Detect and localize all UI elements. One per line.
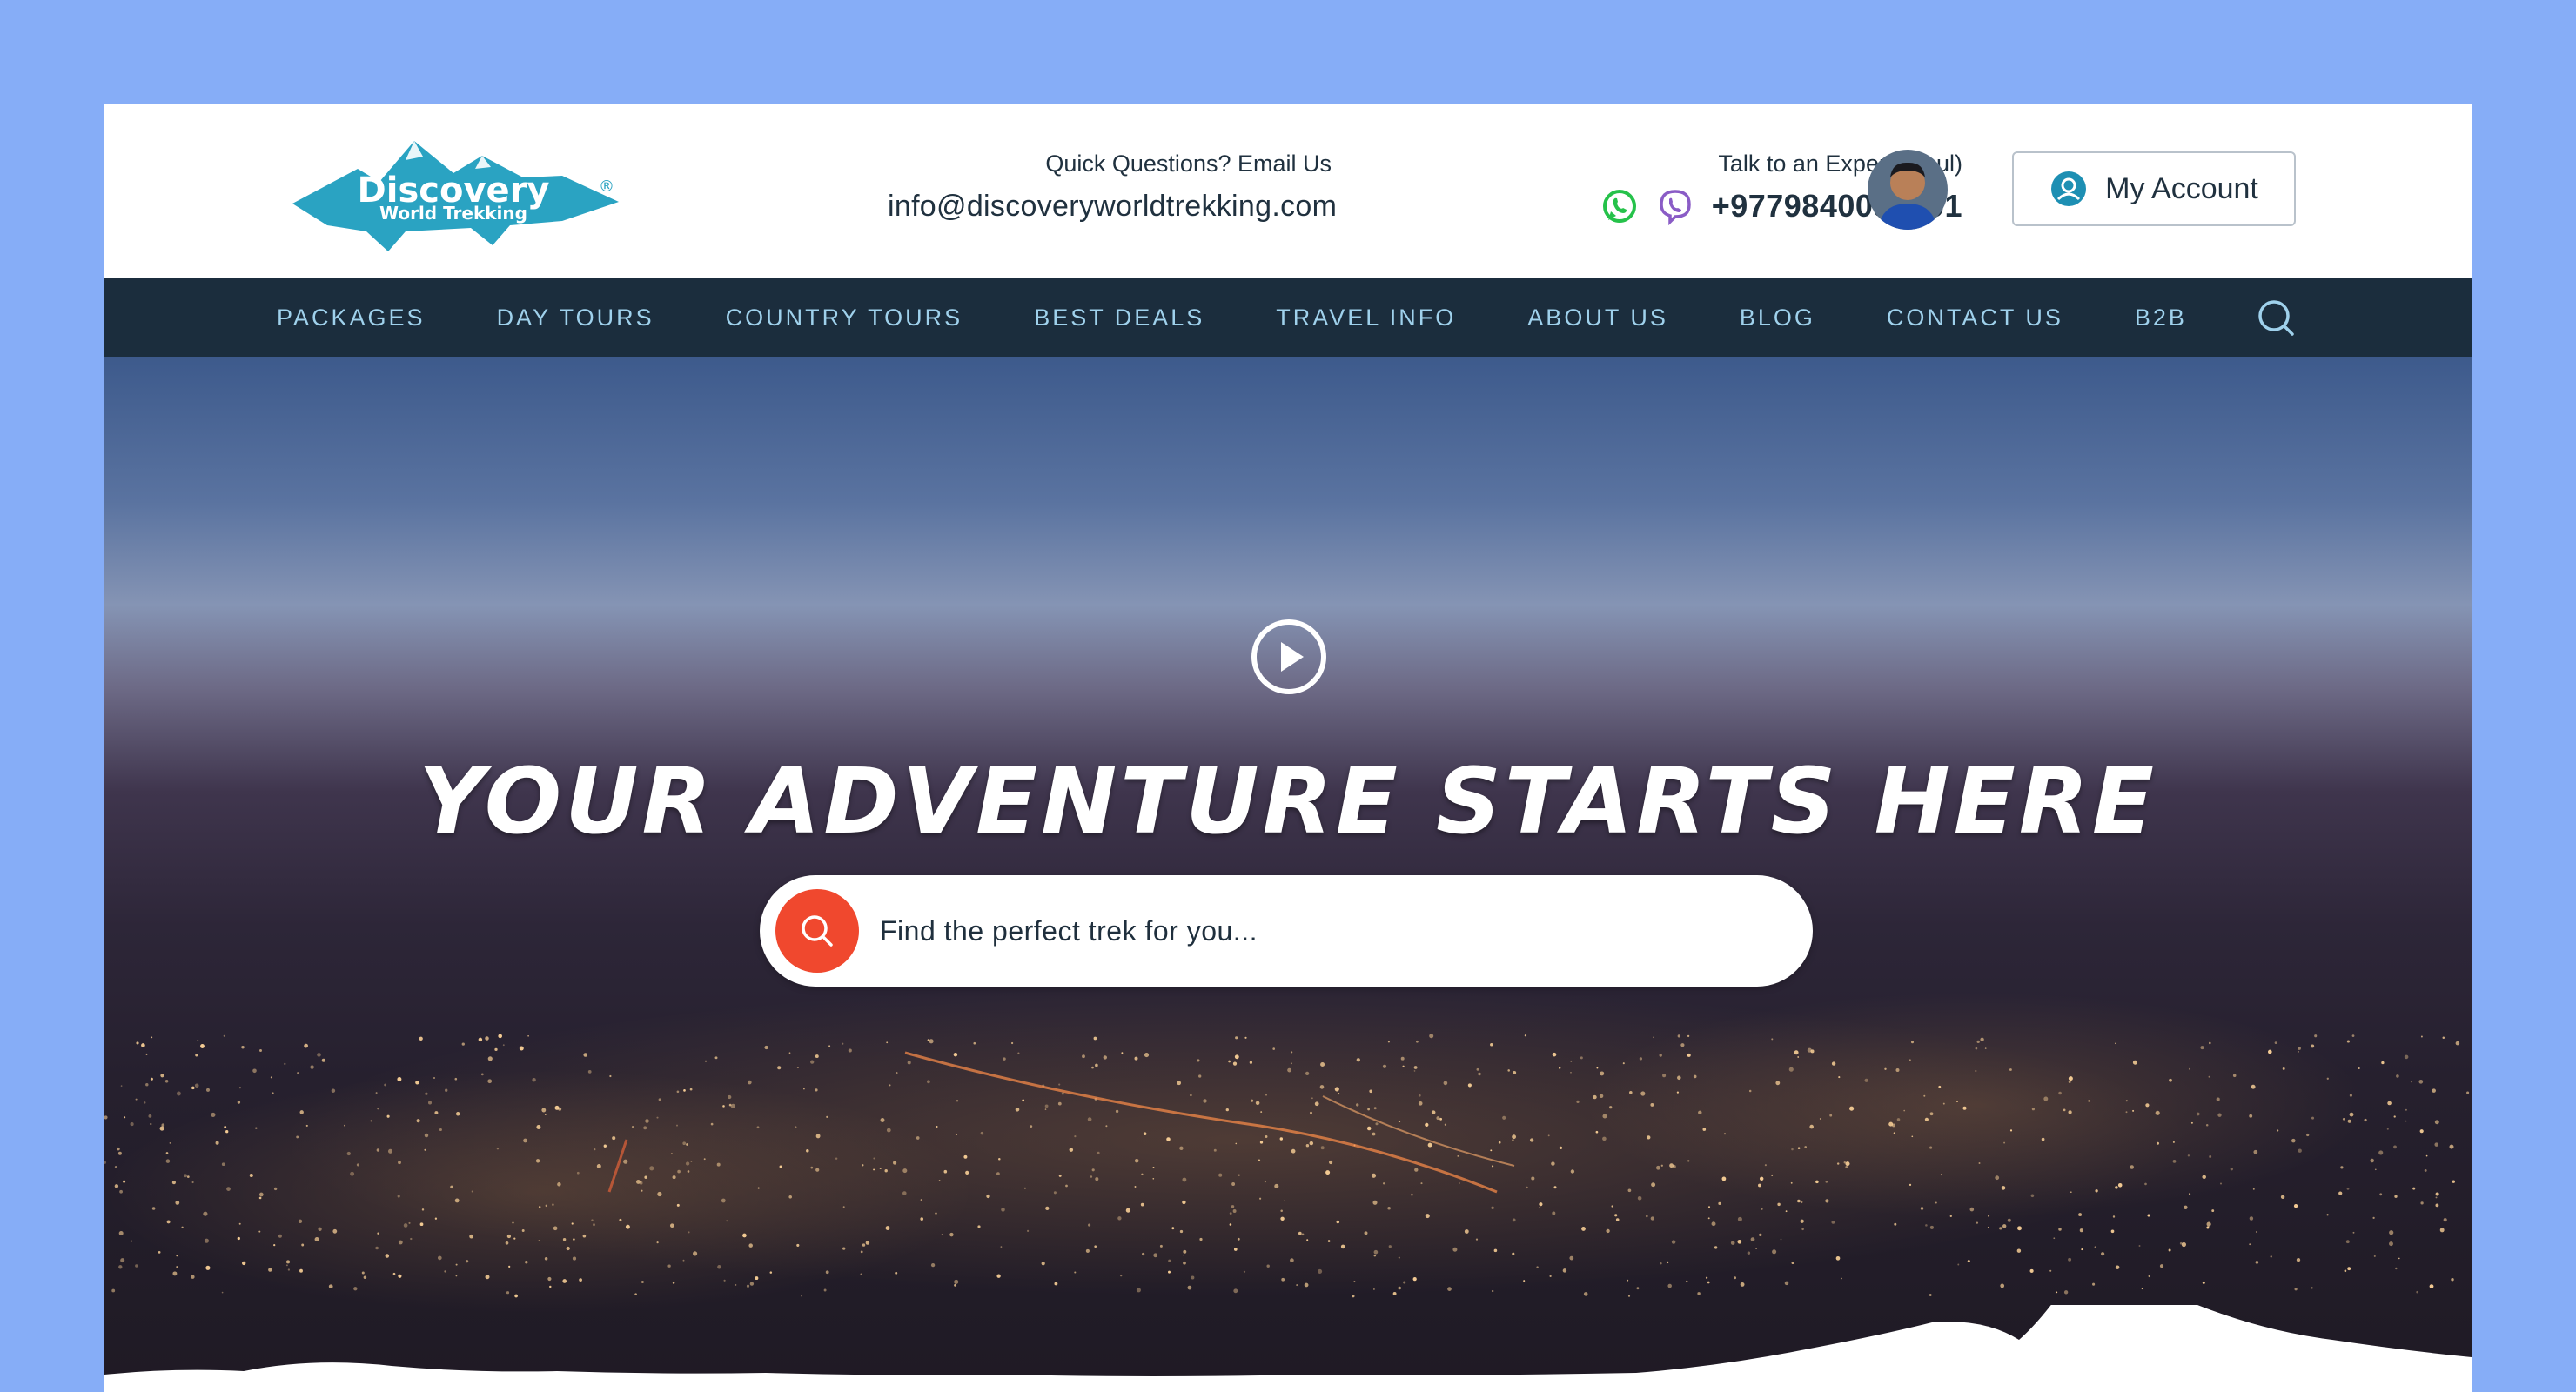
hero-section: YOUR ADVENTURE STARTS HERE Find the perf… bbox=[104, 357, 2472, 1392]
trek-search-input[interactable]: Find the perfect trek for you... bbox=[880, 915, 1258, 947]
svg-text:World Trekking: World Trekking bbox=[379, 203, 527, 224]
email-link[interactable]: info@discoveryworldtrekking.com bbox=[888, 184, 1337, 228]
browser-page: Discovery World Trekking ® Quick Questio… bbox=[104, 104, 2472, 1392]
nav-item-about-us[interactable]: ABOUT US bbox=[1527, 304, 1668, 331]
email-label: Quick Questions? Email Us bbox=[1045, 151, 1332, 177]
whatsapp-icon[interactable] bbox=[1600, 187, 1639, 225]
nav-item-best-deals[interactable]: BEST DEALS bbox=[1034, 304, 1204, 331]
snow-mountain-divider bbox=[104, 1305, 2472, 1392]
svg-text:®: ® bbox=[599, 177, 614, 196]
user-icon bbox=[2049, 170, 2088, 208]
trek-search-bar[interactable]: Find the perfect trek for you... bbox=[760, 875, 1813, 987]
site-header: Discovery World Trekking ® Quick Questio… bbox=[104, 104, 2472, 278]
search-icon[interactable] bbox=[2256, 298, 2296, 338]
my-account-label: My Account bbox=[2105, 171, 2258, 205]
nav-item-blog[interactable]: BLOG bbox=[1740, 304, 1815, 331]
main-navigation: PACKAGES DAY TOURS COUNTRY TOURS BEST DE… bbox=[104, 278, 2472, 357]
nav-item-packages[interactable]: PACKAGES bbox=[277, 304, 426, 331]
email-contact: Quick Questions? Email Us info@discovery… bbox=[888, 148, 1337, 228]
search-submit-icon[interactable] bbox=[775, 889, 859, 973]
nav-item-country-tours[interactable]: COUNTRY TOURS bbox=[726, 304, 963, 331]
play-icon[interactable] bbox=[1250, 618, 1328, 696]
site-logo[interactable]: Discovery World Trekking ® bbox=[275, 134, 641, 256]
nav-item-travel-info[interactable]: TRAVEL INFO bbox=[1276, 304, 1456, 331]
expert-avatar bbox=[1868, 150, 1948, 230]
nav-item-day-tours[interactable]: DAY TOURS bbox=[497, 304, 654, 331]
nav-item-b2b[interactable]: B2B bbox=[2135, 304, 2187, 331]
logo-mountain-icon: Discovery World Trekking ® bbox=[292, 141, 619, 251]
city-lights-background bbox=[104, 983, 2470, 1314]
nav-item-contact-us[interactable]: CONTACT US bbox=[1887, 304, 2063, 331]
viber-icon[interactable] bbox=[1656, 187, 1694, 225]
hero-headline: YOUR ADVENTURE STARTS HERE bbox=[419, 748, 2157, 854]
my-account-button[interactable]: My Account bbox=[2012, 151, 2296, 226]
